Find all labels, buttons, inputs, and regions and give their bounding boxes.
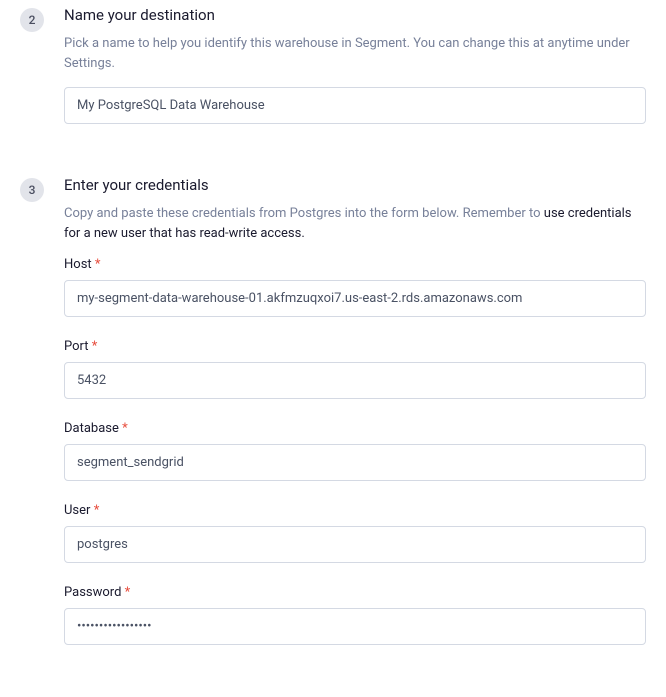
step-2-section: 2 Name your destination Pick a name to h… xyxy=(0,6,666,146)
port-input[interactable] xyxy=(64,362,646,399)
password-label-text: Password xyxy=(64,585,121,600)
database-input[interactable] xyxy=(64,444,646,481)
port-label: Port * xyxy=(64,339,646,354)
required-indicator: * xyxy=(95,257,101,272)
port-label-text: Port xyxy=(64,339,89,354)
user-group: User * xyxy=(64,503,646,563)
step-2-title: Name your destination xyxy=(64,6,646,24)
database-group: Database * xyxy=(64,421,646,481)
host-group: Host * xyxy=(64,257,646,317)
required-indicator: * xyxy=(122,421,128,436)
host-label-text: Host xyxy=(64,257,92,272)
step-2-content: Name your destination Pick a name to hel… xyxy=(64,6,646,146)
step-number-badge: 2 xyxy=(20,8,44,32)
destination-name-group xyxy=(64,87,646,124)
password-input[interactable] xyxy=(64,608,646,645)
user-label: User * xyxy=(64,503,646,518)
step-2-description: Pick a name to help you identify this wa… xyxy=(64,34,646,73)
step-3-section: 3 Enter your credentials Copy and paste … xyxy=(0,176,666,667)
destination-name-input[interactable] xyxy=(64,87,646,124)
step-3-description: Copy and paste these credentials from Po… xyxy=(64,204,646,243)
required-indicator: * xyxy=(125,585,131,600)
host-input[interactable] xyxy=(64,280,646,317)
required-indicator: * xyxy=(92,339,98,354)
database-label: Database * xyxy=(64,421,646,436)
step-3-description-text: Copy and paste these credentials from Po… xyxy=(64,206,544,221)
user-input[interactable] xyxy=(64,526,646,563)
step-3-content: Enter your credentials Copy and paste th… xyxy=(64,176,646,667)
step-number-badge: 3 xyxy=(20,178,44,202)
host-label: Host * xyxy=(64,257,646,272)
required-indicator: * xyxy=(94,503,100,518)
database-label-text: Database xyxy=(64,421,119,436)
password-label: Password * xyxy=(64,585,646,600)
step-3-title: Enter your credentials xyxy=(64,176,646,194)
port-group: Port * xyxy=(64,339,646,399)
user-label-text: User xyxy=(64,503,90,518)
password-group: Password * xyxy=(64,585,646,645)
